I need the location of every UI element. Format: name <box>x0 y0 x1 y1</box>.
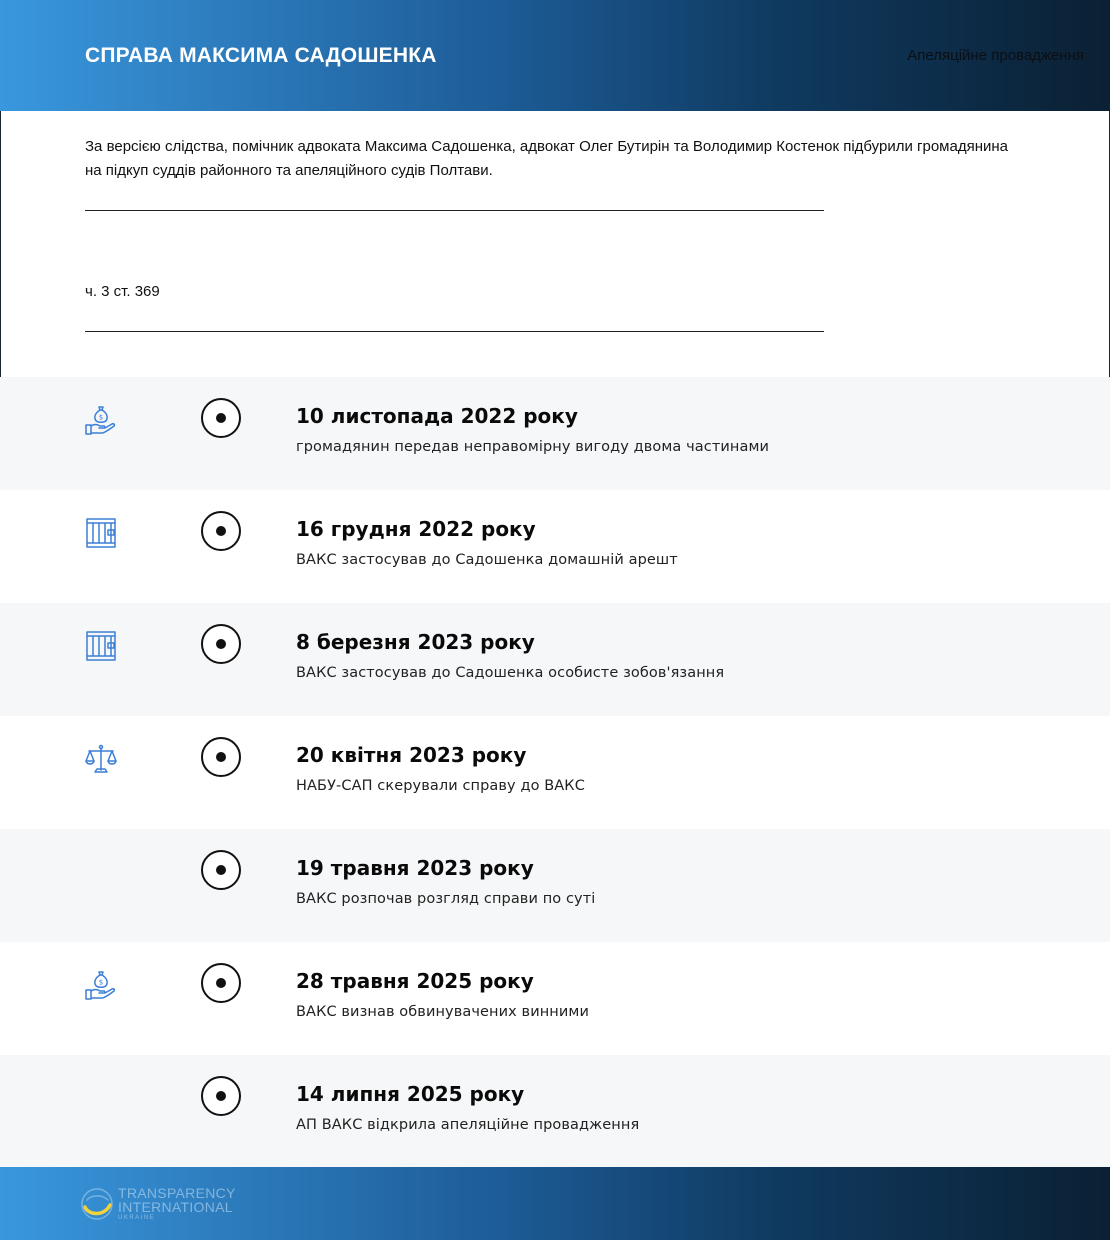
event-date: 19 травня 2023 року <box>296 856 534 880</box>
timeline-node <box>201 398 241 438</box>
event-description: НАБУ-САП скерували справу до ВАКС <box>296 778 585 794</box>
event-date: 28 травня 2025 року <box>296 969 534 993</box>
page-header: СПРАВА МАКСИМА САДОШЕНКА Апеляційне пров… <box>0 0 1110 111</box>
timeline-item: $ 28 травня 2025 року ВАКС визнав обвину… <box>0 942 1110 1055</box>
scales-icon <box>84 742 118 776</box>
timeline-item: 16 грудня 2022 року ВАКС застосував до С… <box>0 490 1110 603</box>
page-title: СПРАВА МАКСИМА САДОШЕНКА <box>85 44 437 67</box>
timeline-item: $ 10 листопада 2022 року громадянин пере… <box>0 377 1110 490</box>
money-bag-hand-icon: $ <box>84 968 118 1002</box>
transparency-international-logo: TRANSPARENCY INTERNATIONAL UKRAINE <box>80 1185 250 1223</box>
jail-bars-icon <box>84 629 118 663</box>
timeline-node <box>201 1076 241 1116</box>
event-description: ВАКС застосував до Садошенка особисте зо… <box>296 665 725 681</box>
ti-logo-icon <box>80 1187 114 1221</box>
case-status: Апеляційне провадження <box>907 47 1084 64</box>
timeline-item: 14 липня 2025 року АП ВАКС відкрила апел… <box>0 1055 1110 1168</box>
event-date: 10 листопада 2022 року <box>296 404 578 428</box>
jail-bars-icon <box>84 516 118 550</box>
logo-wordmark: TRANSPARENCY INTERNATIONAL UKRAINE <box>118 1186 236 1222</box>
case-summary: За версією слідства, помічник адвоката М… <box>85 138 1008 179</box>
timeline-node <box>201 737 241 777</box>
divider <box>85 210 824 211</box>
event-date: 14 липня 2025 року <box>296 1082 525 1106</box>
divider <box>85 331 824 332</box>
timeline-item: 8 березня 2023 року ВАКС застосував до С… <box>0 603 1110 716</box>
timeline-node <box>201 850 241 890</box>
timeline-item: 19 травня 2023 року ВАКС розпочав розгля… <box>0 829 1110 942</box>
svg-text:$: $ <box>99 979 103 987</box>
event-date: 16 грудня 2022 року <box>296 517 536 541</box>
page-footer: TRANSPARENCY INTERNATIONAL UKRAINE <box>0 1167 1110 1240</box>
event-date: 8 березня 2023 року <box>296 630 535 654</box>
event-description: АП ВАКС відкрила апеляційне провадження <box>296 1117 640 1133</box>
timeline-node <box>201 963 241 1003</box>
timeline-item: 20 квітня 2023 року НАБУ-САП скерували с… <box>0 716 1110 829</box>
timeline-node <box>201 511 241 551</box>
event-description: громадянин передав неправомірну вигоду д… <box>296 439 770 455</box>
timeline-node <box>201 624 241 664</box>
timeline: $ 10 листопада 2022 року громадянин пере… <box>0 377 1110 1168</box>
logo-line: INTERNATIONAL <box>118 1199 233 1215</box>
event-description: ВАКС застосував до Садошенка домашній ар… <box>296 552 678 568</box>
money-bag-hand-icon: $ <box>84 403 118 437</box>
event-description: ВАКС розпочав розгляд справи по суті <box>296 891 596 907</box>
logo-line: UKRAINE <box>118 1215 156 1221</box>
svg-text:$: $ <box>99 414 103 422</box>
event-description: ВАКС визнав обвинувачених винними <box>296 1004 589 1020</box>
criminal-article: ч. 3 ст. 369 <box>85 283 160 300</box>
event-date: 20 квітня 2023 року <box>296 743 527 767</box>
